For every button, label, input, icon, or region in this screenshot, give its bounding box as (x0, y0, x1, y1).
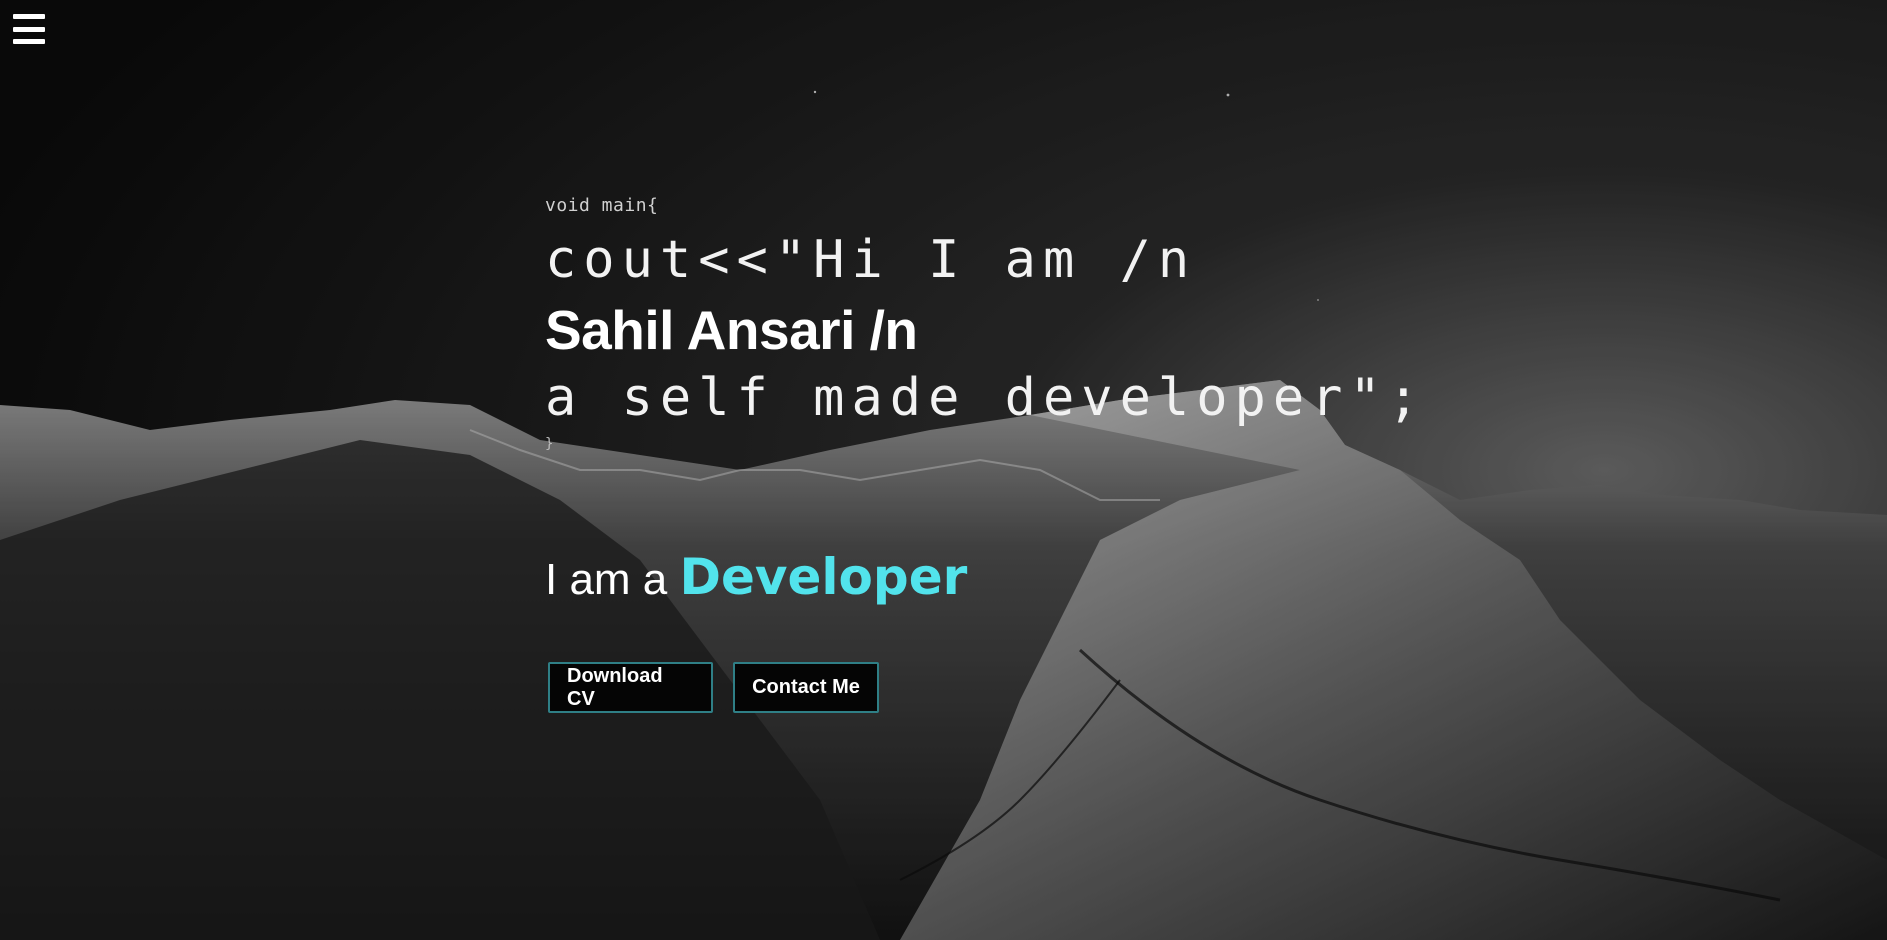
code-open-line: void main{ (545, 195, 659, 216)
hero-actions: Download CV Contact Me (548, 662, 879, 713)
hero-intro: void main{ cout<<"Hi I am /n Sahil Ansar… (545, 195, 1445, 455)
greeting-line: cout<<"Hi I am /n (545, 230, 1197, 290)
tagline-line: a self made developer"; (545, 368, 1427, 428)
menu-bar (13, 26, 45, 32)
menu-bar (13, 39, 45, 44)
contact-me-button[interactable]: Contact Me (733, 662, 879, 713)
menu-bar (13, 14, 45, 19)
role-heading: I am a Developer (545, 548, 967, 606)
role-title: Developer (679, 548, 968, 606)
download-cv-button[interactable]: Download CV (548, 662, 713, 713)
role-prefix: I am a (545, 555, 680, 604)
code-close-line: } (545, 436, 554, 452)
mountain-background-image (0, 0, 1887, 940)
hamburger-menu-icon[interactable] (12, 12, 46, 46)
author-name: Sahil Ansari /n (545, 299, 918, 361)
